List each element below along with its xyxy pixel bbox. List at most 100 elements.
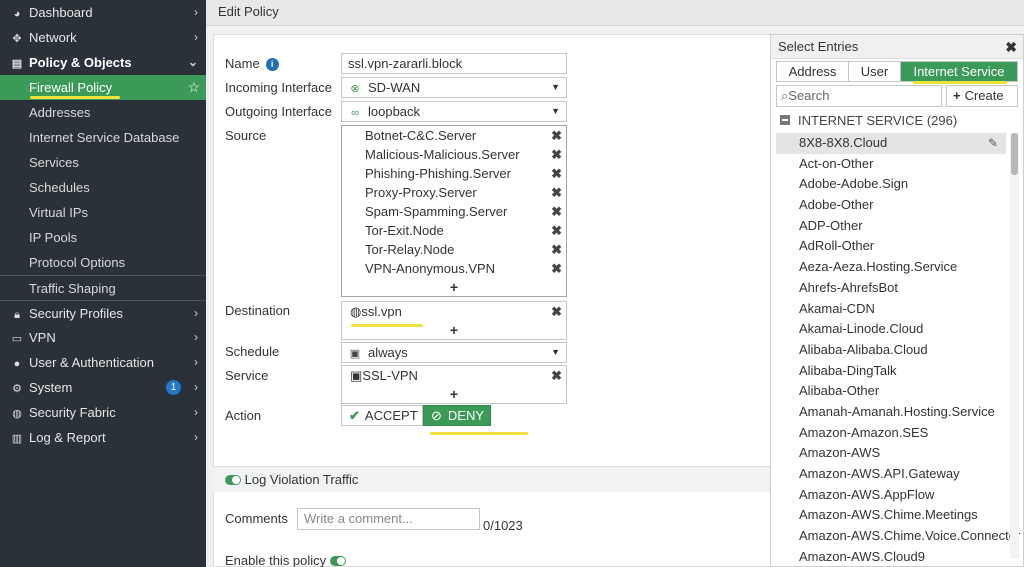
sidebar-item-internet-service-database[interactable]: Internet Service Database	[0, 125, 206, 150]
source-field[interactable]: Botnet-C&C.Server ✖ Malicious-Malicious.S…	[341, 125, 567, 297]
create-button[interactable]: + Create	[946, 85, 1018, 107]
sidebar-item-network[interactable]: ✥ Network ›	[0, 25, 206, 50]
destination-entry: ◍ssl.vpn ✖	[350, 302, 562, 321]
destination-field[interactable]: ◍ssl.vpn ✖ +	[341, 301, 567, 340]
tab-address[interactable]: Address	[777, 62, 849, 81]
remove-icon[interactable]: ✖	[551, 164, 562, 183]
remove-icon[interactable]: ✖	[551, 202, 562, 221]
outgoing-interface-select[interactable]: ∞ loopback ▼	[341, 101, 567, 122]
sidebar-item-addresses[interactable]: Addresses	[0, 100, 206, 125]
list-item[interactable]: ADP-Other	[776, 216, 1006, 237]
chevron-down-icon: ⌄	[187, 55, 198, 69]
list-item[interactable]: Adobe-Adobe.Sign	[776, 174, 1006, 195]
list-item[interactable]: Amazon-AWS.Chime.Meetings	[776, 505, 1006, 526]
list-item[interactable]: Ahrefs-AhrefsBot	[776, 278, 1006, 299]
notification-badge: 1	[166, 380, 181, 395]
list-item[interactable]: Amazon-AWS	[776, 443, 1006, 464]
add-source-button[interactable]: +	[342, 278, 566, 296]
list-item[interactable]: Adobe-Other	[776, 195, 1006, 216]
list-item[interactable]: Amazon-AWS.API.Gateway	[776, 464, 1006, 485]
highlight-underline	[430, 432, 528, 435]
list-item[interactable]: AdRoll-Other	[776, 236, 1006, 257]
log-violation-toggle-row[interactable]: Log Violation Traffic	[225, 472, 358, 487]
sidebar-item-log-report[interactable]: ▥ Log & Report ›	[0, 425, 206, 450]
group-header[interactable]: INTERNET SERVICE (296)	[780, 113, 957, 128]
page-title: Edit Policy	[218, 4, 279, 19]
list-item[interactable]: Amazon-Amazon.SES	[776, 423, 1006, 444]
list-item[interactable]: Alibaba-DingTalk	[776, 361, 1006, 382]
sidebar-item-protocol-options[interactable]: Protocol Options	[0, 250, 206, 275]
highlight-underline	[351, 324, 423, 327]
sidebar-item-dashboard[interactable]: ◕ Dashboard ›	[0, 0, 206, 25]
close-icon[interactable]: ✖	[1005, 35, 1017, 59]
calendar-icon: ▣	[349, 348, 361, 360]
sidebar: ◕ Dashboard › ✥ Network › ▤ Policy & Objects ⌄…	[0, 0, 206, 567]
remove-icon[interactable]: ✖	[551, 183, 562, 202]
tab-user[interactable]: User	[849, 62, 901, 81]
chevron-right-icon: ›	[194, 355, 198, 369]
info-icon[interactable]: i	[265, 58, 279, 71]
list-item[interactable]: Alibaba-Alibaba.Cloud	[776, 340, 1006, 361]
network-icon: ✥	[12, 33, 22, 45]
remove-icon[interactable]: ✖	[551, 366, 562, 385]
edit-icon[interactable]: ✎	[988, 133, 998, 154]
remove-icon[interactable]: ✖	[551, 240, 562, 259]
list-item[interactable]: Amazon-AWS.AppFlow	[776, 485, 1006, 506]
deny-button[interactable]: ⊘ DENY	[423, 405, 491, 426]
log-violation-toggle[interactable]	[225, 475, 241, 485]
scrollbar-thumb[interactable]	[1011, 133, 1018, 175]
list-item[interactable]: Amazon-AWS.Cloud9	[776, 547, 1006, 567]
list-item[interactable]: Akamai-CDN	[776, 299, 1006, 320]
remove-icon[interactable]: ✖	[551, 221, 562, 240]
list-item[interactable]: Aeza-Aeza.Hosting.Service	[776, 257, 1006, 278]
enable-policy-toggle[interactable]	[329, 556, 346, 566]
list-item[interactable]: Amanah-Amanah.Hosting.Service	[776, 402, 1006, 423]
sidebar-item-system[interactable]: ⚙ System 1 ›	[0, 375, 206, 400]
accept-button[interactable]: ✔ ACCEPT	[341, 405, 423, 426]
search-input[interactable]: ⌕Search	[776, 85, 942, 107]
comments-count: 0/1023	[483, 518, 523, 533]
scrollbar[interactable]	[1010, 133, 1019, 558]
list-item[interactable]: 8X8-8X8.Cloud ✎	[776, 133, 1006, 154]
remove-icon[interactable]: ✖	[551, 145, 562, 164]
highlight-underline	[913, 81, 1007, 84]
sidebar-item-schedules[interactable]: Schedules	[0, 175, 206, 200]
list-item[interactable]: Akamai-Linode.Cloud	[776, 319, 1006, 340]
select-entries-header: Select Entries ✖	[771, 35, 1023, 59]
page-header: Edit Policy	[206, 0, 1024, 26]
enable-policy-row[interactable]: Enable this policy	[225, 553, 346, 567]
monitor-icon: ▭	[11, 333, 23, 345]
comments-label: Comments	[225, 511, 288, 526]
star-icon[interactable]: ☆	[187, 75, 200, 100]
user-icon: ●	[13, 358, 21, 370]
sidebar-item-security-fabric[interactable]: ◍ Security Fabric ›	[0, 400, 206, 425]
service-field[interactable]: ▣SSL-VPN ✖ +	[341, 365, 567, 404]
add-service-button[interactable]: +	[342, 385, 566, 403]
service-label: Service	[225, 368, 269, 383]
schedule-select[interactable]: ▣ always ▼	[341, 342, 567, 363]
sidebar-item-services[interactable]: Services	[0, 150, 206, 175]
remove-icon[interactable]: ✖	[551, 259, 562, 278]
name-input[interactable]: ssl.vpn-zararli.block	[341, 53, 567, 74]
remove-icon[interactable]: ✖	[551, 302, 562, 321]
bar-chart-icon: ▥	[11, 433, 23, 445]
sidebar-item-user-authentication[interactable]: ● User & Authentication ›	[0, 350, 206, 375]
sidebar-item-vpn[interactable]: ▭ VPN ›	[0, 325, 206, 350]
list-item[interactable]: Alibaba-Other	[776, 381, 1006, 402]
list-item[interactable]: Act-on-Other	[776, 154, 1006, 175]
sidebar-item-traffic-shaping[interactable]: Traffic Shaping	[0, 275, 206, 300]
source-entry: Botnet-C&C.Server ✖	[365, 126, 562, 145]
chevron-right-icon: ›	[194, 330, 198, 344]
tab-internet-service[interactable]: Internet Service	[901, 62, 1017, 81]
sidebar-item-security-profiles[interactable]: 🔒︎ Security Profiles ›	[0, 300, 206, 325]
remove-icon[interactable]: ✖	[551, 126, 562, 145]
comments-field[interactable]: Write a comment...	[297, 508, 480, 530]
list-item[interactable]: Amazon-AWS.Chime.Voice.Connector	[776, 526, 1020, 547]
collapse-icon[interactable]	[780, 115, 790, 125]
source-label: Source	[225, 128, 267, 143]
sidebar-item-ip-pools[interactable]: IP Pools	[0, 225, 206, 250]
sdwan-icon: ⊗	[350, 83, 360, 95]
incoming-interface-select[interactable]: ⊗ SD-WAN ▼	[341, 77, 567, 98]
sidebar-item-virtual-ips[interactable]: Virtual IPs	[0, 200, 206, 225]
sidebar-item-policy-objects[interactable]: ▤ Policy & Objects ⌄	[0, 50, 206, 75]
